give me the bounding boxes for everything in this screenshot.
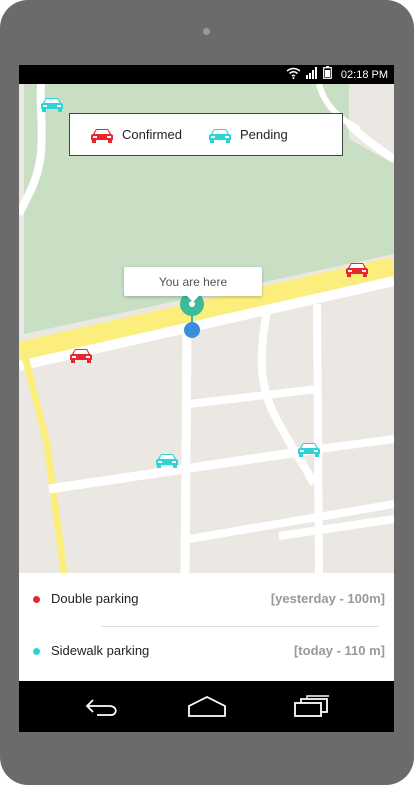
report-title: Double parking	[51, 591, 139, 606]
battery-icon	[323, 65, 332, 84]
list-item[interactable]: Sidewalk parking [today - 110 m]	[19, 625, 394, 677]
map-view[interactable]: Confirmed Pending You are here	[19, 83, 394, 574]
report-list: Double parking [yesterday - 100m] Sidewa…	[19, 573, 394, 681]
screen: 02:18 PM Confirmed Pending You are here …	[19, 65, 394, 732]
map-legend: Confirmed Pending	[69, 113, 343, 156]
legend-pending-label: Pending	[239, 127, 288, 142]
legend-confirmed-label: Confirmed	[122, 127, 182, 142]
status-time: 02:18 PM	[340, 68, 388, 81]
phone-frame: 02:18 PM Confirmed Pending You are here …	[0, 0, 414, 785]
back-icon[interactable]	[83, 694, 119, 723]
pending-car-icon	[208, 127, 232, 143]
list-item[interactable]: Double parking [yesterday - 100m]	[19, 573, 394, 625]
confirmed-status-dot	[33, 596, 40, 603]
map-canvas[interactable]	[19, 83, 394, 574]
confirmed-car-icon	[90, 127, 114, 143]
navigation-bar	[19, 681, 394, 732]
wifi-icon	[286, 66, 301, 84]
report-title: Sidewalk parking	[51, 643, 150, 658]
report-meta: [today - 110 m]	[293, 643, 385, 658]
pending-status-dot	[33, 648, 40, 655]
current-location-dot	[184, 322, 200, 338]
front-camera	[203, 28, 210, 35]
report-meta: [yesterday - 100m]	[270, 591, 385, 606]
home-icon[interactable]	[187, 694, 227, 723]
recent-apps-icon[interactable]	[293, 694, 331, 723]
legend-pending: Pending	[208, 127, 288, 143]
you-are-here-tooltip: You are here	[124, 267, 262, 302]
status-bar: 02:18 PM	[19, 65, 394, 84]
legend-confirmed: Confirmed	[90, 127, 182, 143]
signal-icon	[305, 66, 318, 84]
